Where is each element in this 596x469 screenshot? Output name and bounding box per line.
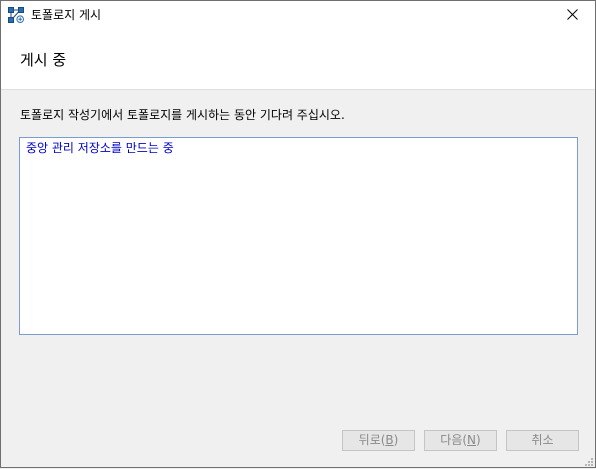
progress-log[interactable]: 중앙 관리 저장소를 만드는 중 bbox=[19, 137, 578, 335]
window-title: 토폴로지 게시 bbox=[31, 8, 102, 22]
topology-app-icon bbox=[8, 7, 24, 23]
wizard-header: 게시 중 bbox=[1, 30, 595, 90]
cancel-button[interactable]: 취소 bbox=[506, 430, 579, 451]
dialog-window: 토폴로지 게시 게시 중 토폴로지 작성기에서 토폴로지를 게시하는 동안 기다… bbox=[0, 0, 596, 468]
close-button[interactable] bbox=[549, 1, 595, 30]
next-button-accelerator: N bbox=[467, 433, 477, 447]
log-line: 중앙 관리 저장소를 만드는 중 bbox=[26, 141, 174, 155]
page-title: 게시 중 bbox=[20, 51, 67, 69]
next-button-suffix: ) bbox=[476, 433, 481, 447]
back-button-suffix: ) bbox=[393, 433, 399, 447]
back-button[interactable]: 뒤로(B) bbox=[342, 430, 415, 451]
instruction-text: 토폴로지 작성기에서 토폴로지를 게시하는 동안 기다려 주십시오. bbox=[20, 108, 345, 122]
title-bar[interactable]: 토폴로지 게시 bbox=[1, 1, 595, 30]
back-button-label: 뒤로( bbox=[358, 433, 386, 447]
close-icon bbox=[566, 8, 578, 23]
cancel-button-label: 취소 bbox=[531, 433, 554, 447]
resize-grip-icon[interactable] bbox=[583, 455, 593, 466]
next-button-label: 다음( bbox=[440, 433, 468, 447]
back-button-accelerator: B bbox=[385, 433, 394, 447]
next-button[interactable]: 다음(N) bbox=[424, 430, 497, 451]
